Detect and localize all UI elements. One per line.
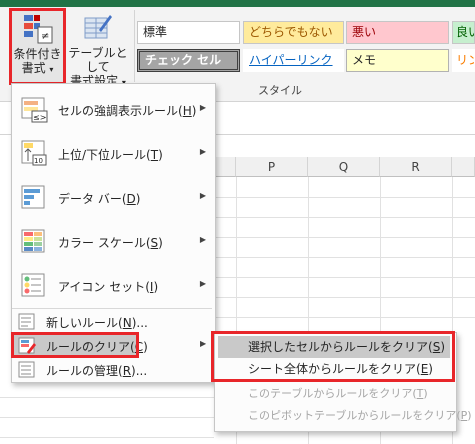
menu-item-label: 新しいルール [46, 316, 119, 330]
chevron-right-icon: ▶ [200, 339, 207, 348]
format-as-table-label-1: テーブルとして [68, 46, 128, 74]
manage-rules-icon [18, 361, 35, 378]
grid-line [216, 277, 475, 278]
column-header-r[interactable]: R [380, 157, 452, 177]
color-scales-icon [21, 229, 45, 253]
menu-item-highlight-cells-rules[interactable]: ≤> セルの強調表示ルール(H) ▶ [12, 89, 214, 131]
svg-text:≤>: ≤> [33, 113, 46, 122]
column-header-p[interactable]: P [236, 157, 308, 177]
style-linked-cell[interactable]: リン [452, 49, 475, 72]
style-good[interactable]: 良い [452, 21, 475, 44]
top-bottom-rules-icon: 10 [21, 140, 47, 166]
menu-item-label: アイコン セット [58, 280, 146, 294]
ribbon-separator [134, 10, 135, 82]
submenu-item-clear-this-table: このテーブルからルールをクリア(T) [248, 387, 428, 400]
menu-item-icon-sets[interactable]: アイコン セット(I) ▶ [12, 265, 214, 307]
column-header-o[interactable] [216, 157, 236, 177]
menu-item-label: ルールの管理 [46, 364, 119, 378]
submenu-item-label: このピボットテーブルからルールをクリア [248, 409, 457, 422]
svg-text:10: 10 [34, 157, 43, 165]
menu-item-label: カラー スケール [58, 236, 146, 250]
submenu-item-accesskey: P [460, 409, 468, 422]
menu-item-label: セルの強調表示ルール [58, 104, 179, 118]
menu-item-accesskey: S [150, 236, 159, 250]
menu-item-manage-rules[interactable]: ルールの管理(R)... [12, 359, 214, 381]
format-as-table-button[interactable]: テーブルとして 書式設定 ▾ [66, 12, 130, 88]
style-bad[interactable]: 悪い [346, 21, 449, 44]
grid-line [216, 317, 475, 318]
menu-item-top-bottom-rules[interactable]: 10 上位/下位ルール(T) ▶ [12, 133, 214, 175]
menu-item-label: データ バー [58, 192, 122, 206]
chevron-right-icon: ▶ [199, 235, 206, 244]
annotation-red-frame-clear-rules [11, 332, 139, 358]
svg-text:≠: ≠ [41, 31, 49, 42]
column-header-s[interactable] [452, 157, 475, 177]
chevron-right-icon: ▶ [199, 103, 206, 112]
title-bar-strip [0, 0, 475, 7]
menu-item-accesskey: I [149, 280, 154, 294]
menu-item-accesskey: R [122, 364, 132, 378]
data-bars-icon [21, 185, 45, 209]
menu-item-ellipsis: ... [135, 364, 148, 378]
chevron-right-icon: ▶ [199, 279, 206, 288]
style-normal[interactable]: 標準 [137, 21, 240, 44]
highlight-cells-rules-icon: ≤> [21, 97, 48, 123]
annotation-red-frame-submenu [211, 331, 455, 382]
chevron-right-icon: ▶ [199, 147, 206, 156]
grid-line [0, 437, 214, 438]
submenu-item-label: このテーブルからルールをクリア [248, 387, 413, 400]
format-as-table-icon [84, 15, 112, 39]
conditional-formatting-label-1: 条件付き [13, 47, 62, 61]
chevron-right-icon: ▶ [199, 191, 206, 200]
menu-item-accesskey: N [122, 316, 132, 330]
menu-item-accesskey: D [126, 192, 136, 206]
submenu-item-accesskey: T [416, 387, 424, 400]
new-rule-icon [18, 313, 35, 330]
grid-line [216, 217, 475, 218]
column-header-q[interactable]: Q [308, 157, 380, 177]
menu-separator [12, 308, 212, 309]
grid-line [216, 257, 475, 258]
menu-item-accesskey: T [150, 148, 159, 162]
grid-line [216, 197, 475, 198]
grid-line [216, 237, 475, 238]
style-check-cell[interactable]: チェック セル [137, 49, 240, 72]
menu-item-color-scales[interactable]: カラー スケール(S) ▶ [12, 221, 214, 263]
submenu-item-clear-this-pivottable: このピボットテーブルからルールをクリア(P) [248, 409, 472, 422]
menu-item-new-rule[interactable]: 新しいルール(N)... [12, 311, 214, 333]
styles-group-label: スタイル [258, 84, 302, 97]
icon-sets-icon [21, 273, 45, 297]
grid-line [216, 297, 475, 298]
menu-item-ellipsis: ... [136, 316, 148, 330]
conditional-formatting-button[interactable]: ≠ 条件付き 書式 ▾ [9, 8, 66, 85]
style-hyperlink[interactable]: ハイパーリンク [243, 49, 344, 72]
style-memo[interactable]: メモ [346, 49, 449, 72]
menu-item-accesskey: H [182, 104, 192, 118]
grid-line [0, 417, 214, 418]
style-neutral[interactable]: どちらでもない [243, 21, 344, 44]
conditional-formatting-label-2: 書式 [21, 61, 46, 75]
menu-item-label: 上位/下位ルール [58, 148, 147, 162]
conditional-formatting-icon: ≠ [23, 15, 52, 44]
menu-item-data-bars[interactable]: データ バー(D) ▶ [12, 177, 214, 219]
chevron-down-icon: ▾ [49, 65, 54, 74]
grid-line [0, 397, 214, 398]
